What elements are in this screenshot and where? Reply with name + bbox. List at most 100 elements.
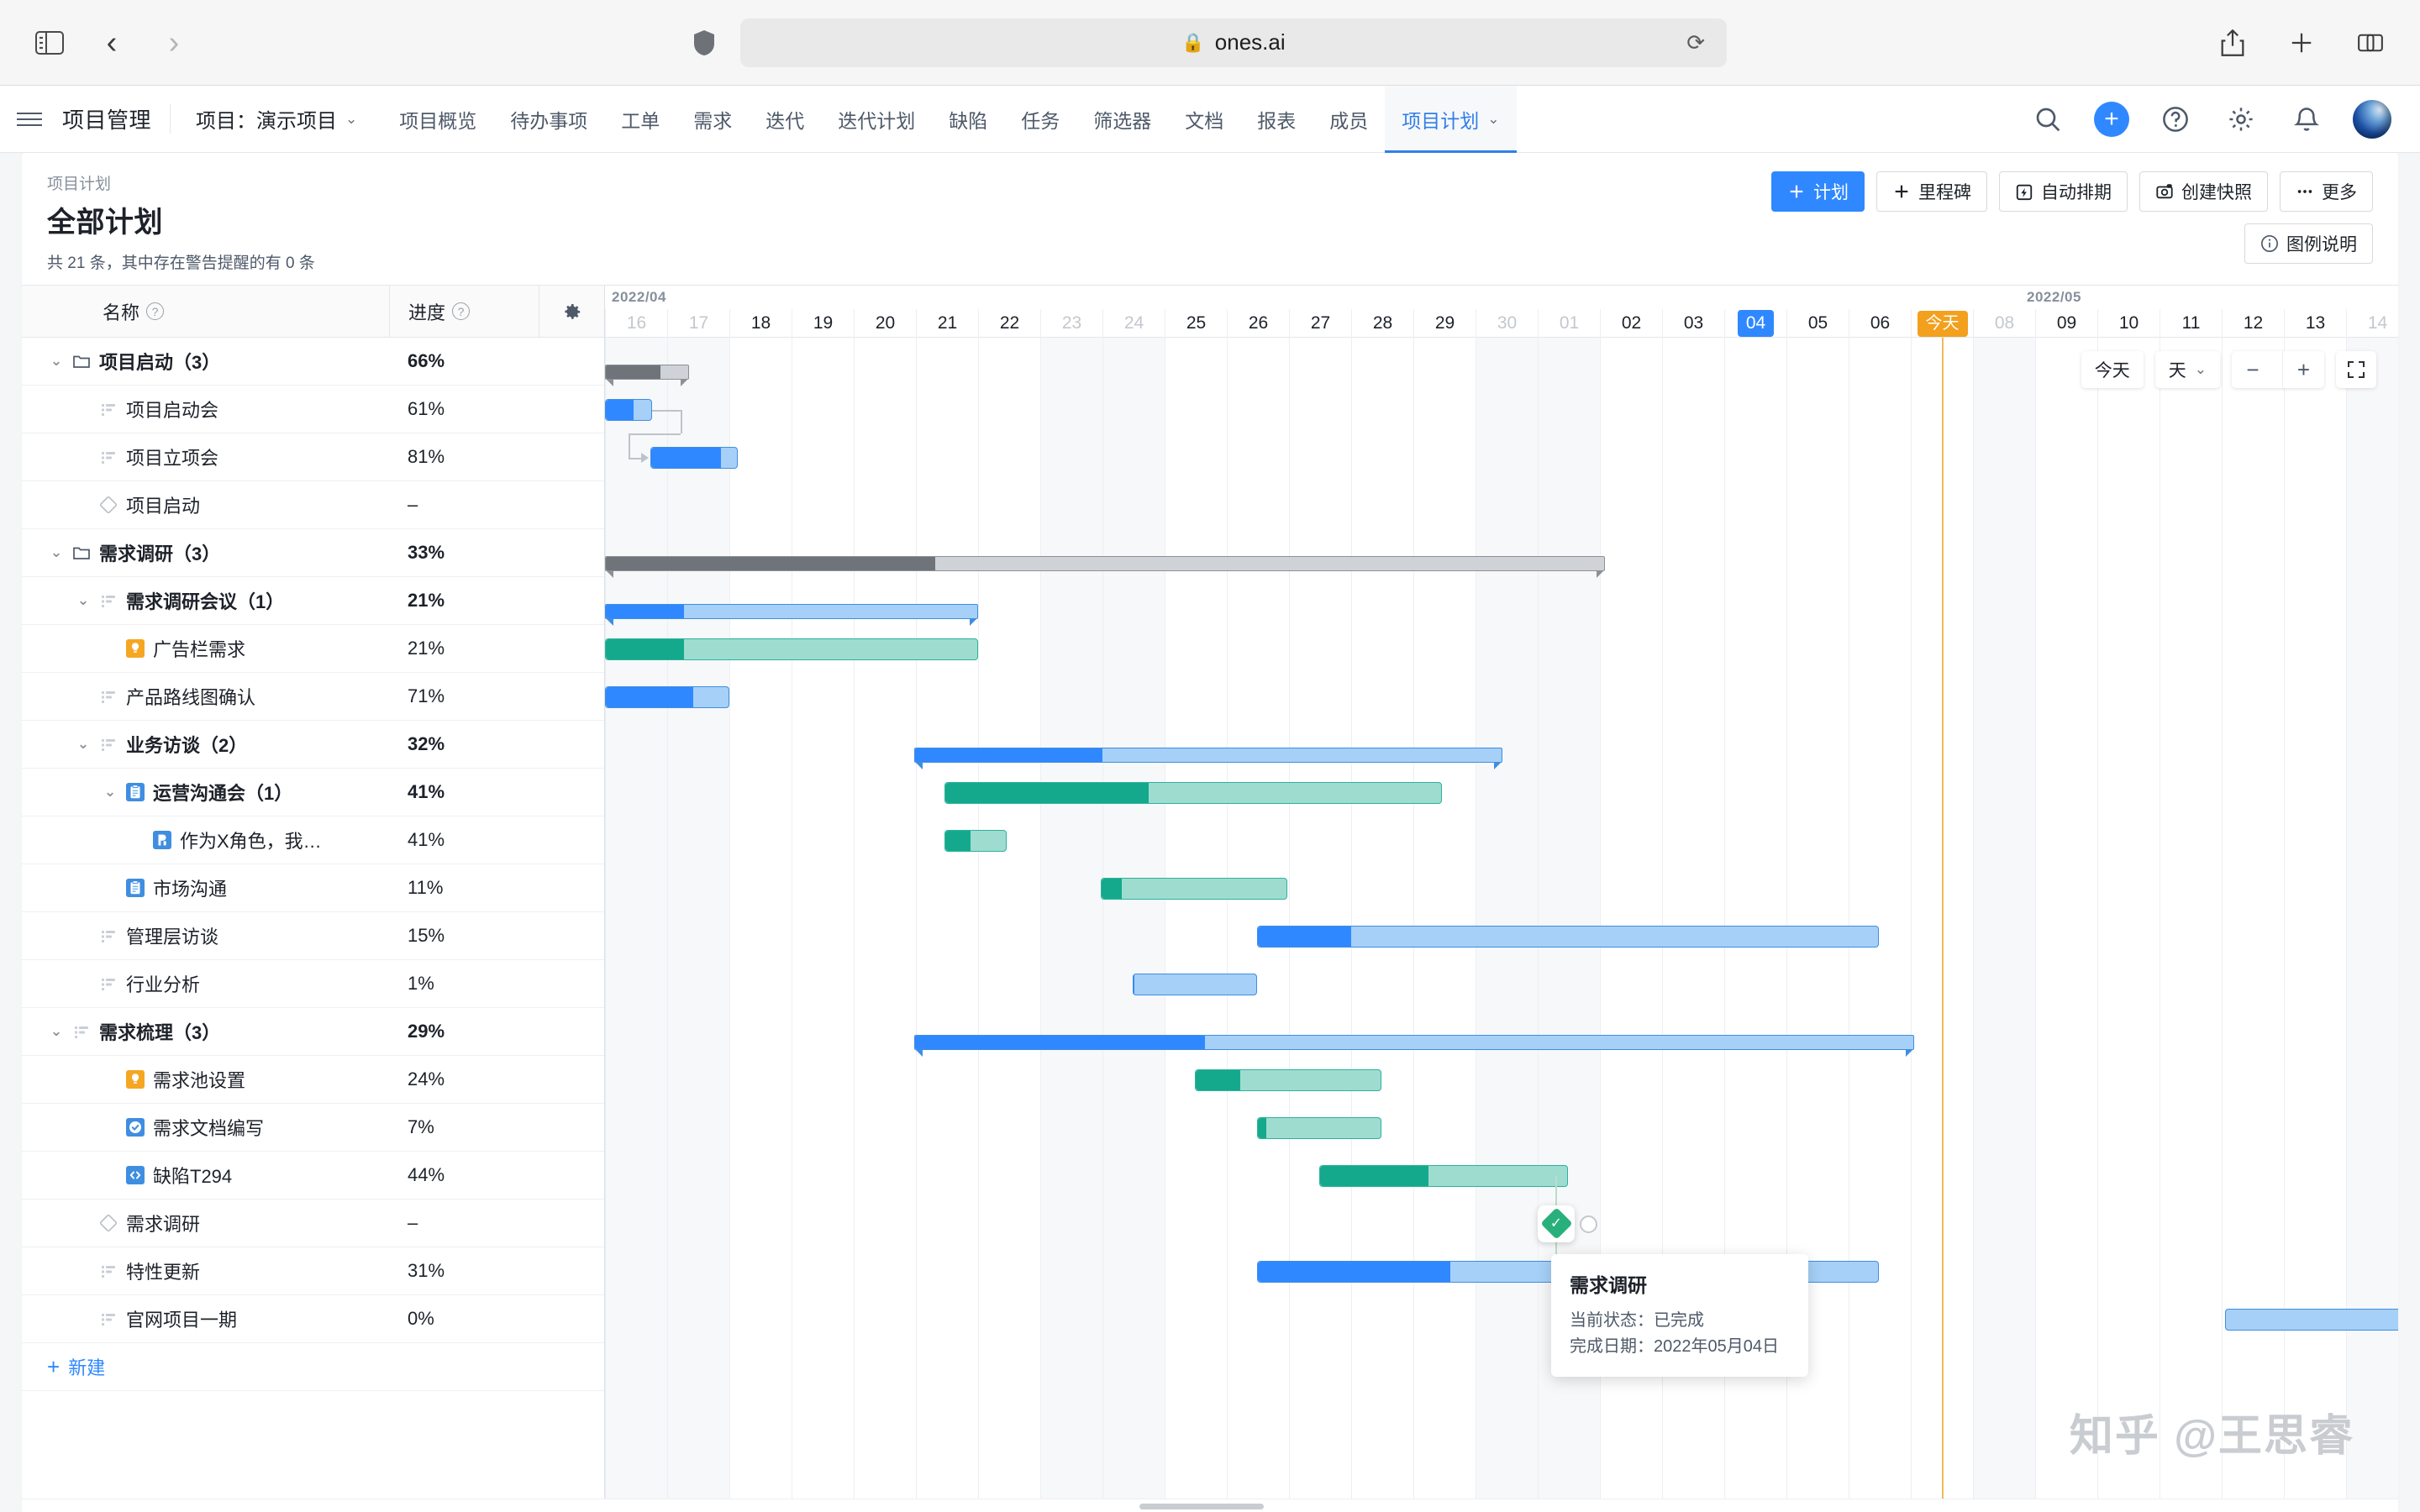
legend-button[interactable]: 图例说明 (2244, 223, 2373, 264)
tab-10[interactable]: 文档 (1168, 86, 1240, 152)
gantt-bar[interactable] (2225, 1308, 2398, 1331)
table-row[interactable]: ⌄ 需求调研（3） 33% (22, 529, 604, 577)
table-row[interactable]: ⌄ 需求文档编写 7% (22, 1104, 604, 1152)
chevron-left-icon[interactable]: ‹ (92, 24, 131, 62)
tab-13[interactable]: 项目计划 ⌄ (1385, 86, 1517, 153)
fullscreen-button[interactable] (2336, 351, 2376, 388)
day-cell[interactable]: 29 (1413, 309, 1476, 338)
day-cell[interactable]: 今天 (1911, 309, 1973, 338)
share-icon[interactable] (2213, 24, 2252, 62)
day-cell[interactable]: 14 (2346, 309, 2398, 338)
tab-12[interactable]: 成员 (1313, 86, 1385, 152)
day-cell[interactable]: 19 (792, 309, 854, 338)
gantt-bar[interactable] (914, 747, 1502, 769)
table-row[interactable]: ⌄ 项目启动（3） 66% (22, 338, 604, 386)
day-cell[interactable]: 13 (2284, 309, 2346, 338)
day-cell[interactable]: 17 (667, 309, 729, 338)
action-button-2[interactable]: 里程碑 (1876, 171, 1987, 212)
help-icon[interactable] (2156, 100, 2195, 139)
day-cell[interactable]: 20 (854, 309, 916, 338)
chevron-down-icon[interactable]: ⌄ (72, 592, 94, 609)
gantt-bar[interactable] (944, 829, 1007, 852)
chevron-right-icon[interactable]: › (155, 24, 193, 62)
action-button-1[interactable]: 计划 (1771, 171, 1865, 212)
gantt-bar[interactable] (605, 638, 978, 660)
day-cell[interactable]: 22 (978, 309, 1040, 338)
tab-8[interactable]: 任务 (1004, 86, 1076, 152)
day-cell[interactable]: 21 (916, 309, 978, 338)
tab-3[interactable]: 工单 (604, 86, 676, 152)
day-cell[interactable]: 01 (1538, 309, 1600, 338)
column-settings[interactable] (539, 286, 604, 337)
day-cell[interactable]: 12 (2222, 309, 2284, 338)
action-button-3[interactable]: 自动排期 (1999, 171, 2128, 212)
day-cell[interactable]: 27 (1289, 309, 1351, 338)
gantt-bar[interactable] (1133, 973, 1257, 995)
table-row[interactable]: ⌄ 市场沟通 11% (22, 864, 604, 912)
milestone-marker[interactable]: ✓ (1538, 1205, 1575, 1242)
table-row[interactable]: ⌄ 需求调研 – (22, 1200, 604, 1247)
help-icon[interactable]: ? (452, 302, 471, 320)
url-input[interactable]: 🔒 ones.ai ⟳ (740, 18, 1727, 67)
tab-9[interactable]: 筛选器 (1076, 86, 1168, 152)
gantt-bar[interactable] (914, 1034, 1914, 1057)
tab-6[interactable]: 迭代计划 (821, 86, 932, 152)
gantt-bar[interactable] (605, 603, 978, 626)
table-row[interactable]: ⌄ 缺陷T294 44% (22, 1152, 604, 1200)
action-button-4[interactable]: 创建快照 (2139, 171, 2268, 212)
settings-icon[interactable] (2222, 100, 2260, 139)
chevron-down-icon[interactable]: ⌄ (72, 736, 94, 753)
reload-icon[interactable]: ⟳ (1686, 29, 1705, 55)
day-cell[interactable]: 03 (1662, 309, 1724, 338)
zoom-in-button[interactable]: + (2282, 351, 2324, 388)
hamburger-icon[interactable] (0, 86, 59, 152)
table-row[interactable]: ⌄ 项目启动 – (22, 481, 604, 529)
day-cell[interactable]: 05 (1786, 309, 1849, 338)
chevron-down-icon[interactable]: ⌄ (45, 353, 67, 370)
day-cell[interactable]: 09 (2035, 309, 2097, 338)
horizontal-scrollbar[interactable] (22, 1499, 2398, 1512)
tab-2[interactable]: 待办事项 (493, 86, 604, 152)
notification-icon[interactable] (2287, 100, 2326, 139)
table-row[interactable]: ⌄ 运营沟通会（1） 41% (22, 769, 604, 816)
tab-11[interactable]: 报表 (1240, 86, 1313, 152)
tab-5[interactable]: 迭代 (749, 86, 821, 152)
table-row[interactable]: ⌄ 产品路线图确认 71% (22, 673, 604, 721)
table-row[interactable]: ⌄ 官网项目一期 0% (22, 1295, 604, 1343)
table-row[interactable]: ⌄ 行业分析 1% (22, 960, 604, 1008)
gantt-bar[interactable] (605, 364, 689, 386)
scale-select[interactable]: 天 ⌄ (2154, 351, 2220, 388)
avatar[interactable] (2353, 99, 2391, 139)
gantt-bar[interactable] (650, 446, 738, 469)
table-row[interactable]: ⌄ 需求梳理（3） 29% (22, 1008, 604, 1056)
zoom-out-button[interactable]: − (2232, 351, 2274, 388)
chevron-down-icon[interactable]: ⌄ (45, 1023, 67, 1040)
table-row[interactable]: ⌄ 管理层访谈 15% (22, 912, 604, 960)
day-cell[interactable]: 30 (1476, 309, 1538, 338)
help-icon[interactable]: ? (146, 302, 165, 320)
day-cell[interactable]: 02 (1600, 309, 1662, 338)
tabs-icon[interactable] (2351, 24, 2390, 62)
day-cell[interactable]: 16 (605, 309, 667, 338)
gantt-bar[interactable] (1319, 1164, 1568, 1187)
table-row[interactable]: ⌄ 特性更新 31% (22, 1247, 604, 1295)
table-row[interactable]: ⌄ 项目立项会 81% (22, 433, 604, 481)
gantt-bar[interactable] (605, 555, 1605, 578)
day-cell[interactable]: 24 (1102, 309, 1165, 338)
scrollbar-thumb[interactable] (1139, 1504, 1264, 1509)
gantt-bar[interactable] (1257, 925, 1879, 948)
new-plan-row[interactable]: + 新建 (22, 1343, 604, 1391)
sidebar-toggle-icon[interactable] (30, 24, 69, 62)
day-cell[interactable]: 10 (2097, 309, 2160, 338)
project-selector[interactable]: 项目：演示项目 ⌄ (171, 86, 382, 152)
timeline-pane[interactable]: 2022/042022/052022/06 161718192021222324… (605, 286, 2398, 1512)
table-row[interactable]: ⌄ 需求调研会议（1） 21% (22, 577, 604, 625)
table-row[interactable]: ⌄ 项目启动会 61% (22, 386, 604, 433)
table-row[interactable]: ⌄ 作为X角色，我… 41% (22, 816, 604, 864)
day-cell[interactable]: 25 (1165, 309, 1227, 338)
plus-icon[interactable] (2282, 24, 2321, 62)
add-icon[interactable]: + (2094, 101, 2129, 137)
tab-1[interactable]: 项目概览 (382, 86, 493, 152)
chevron-down-icon[interactable]: ⌄ (45, 544, 67, 561)
search-icon[interactable] (2028, 100, 2067, 139)
